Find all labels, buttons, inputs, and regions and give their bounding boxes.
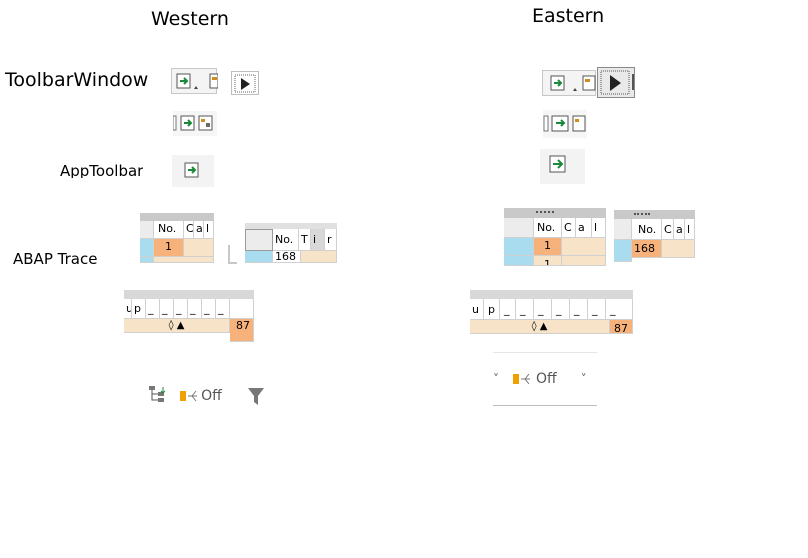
sort-indicator-icons: ◊ ▲	[124, 319, 230, 333]
toggle-branch-icon[interactable]	[178, 385, 198, 407]
app-toolbar-eastern-button[interactable]	[540, 149, 585, 184]
strip-col-header[interactable]: _	[588, 299, 606, 320]
grid-col-header[interactable]: r	[325, 229, 337, 251]
execute-button-western[interactable]	[231, 71, 259, 95]
strip-col-header[interactable]: u	[124, 299, 132, 319]
grid-cell[interactable]: 1	[154, 239, 184, 257]
grid-col-header[interactable]: No.	[273, 229, 299, 251]
grid-col-header[interactable]: a	[674, 219, 685, 240]
toggle-state-label[interactable]: Off	[201, 388, 222, 404]
strip-col-header[interactable]: _	[188, 299, 202, 319]
header-strip-eastern: u p _ _ _ _ _ _ _ ◊ ▲ 87	[470, 290, 633, 334]
grid-col-header[interactable]: C	[662, 219, 674, 240]
column-header-western: Western	[151, 8, 229, 30]
strip-col-header[interactable]: _	[202, 299, 216, 319]
abap-trace-grid-western-1: No. C a l 1	[140, 213, 214, 263]
strip-col-header[interactable]: _	[216, 299, 230, 319]
chevron-down-icon[interactable]: ˅	[493, 372, 499, 386]
grid-col-header[interactable]: l	[204, 221, 214, 239]
grid-cell[interactable]: 168	[632, 240, 662, 258]
strip-col-header[interactable]: _	[146, 299, 160, 319]
sort-indicator-icons: ◊ ▲	[470, 320, 610, 334]
export-icon	[176, 73, 218, 89]
grid-cell[interactable]: 87	[230, 319, 254, 342]
grid-col-header[interactable]: No.	[632, 219, 662, 240]
abap-trace-grid-eastern-1: No. C a l 1 1	[504, 208, 606, 266]
grid-col-header[interactable]: C	[184, 221, 194, 239]
strip-col-header[interactable]: u	[470, 299, 484, 320]
row-label-app-toolbar: AppToolbar	[60, 162, 144, 178]
app-toolbar-western-button[interactable]	[172, 155, 214, 187]
toggle-strip-eastern: ˅ Off ˅	[493, 352, 597, 406]
abap-trace-grid-western-2: No. T i r 168	[245, 223, 337, 263]
play-icon	[234, 74, 256, 93]
grid-col-header[interactable]: C	[562, 218, 576, 238]
strip-col-header[interactable]: _	[570, 299, 588, 320]
chevron-down-icon[interactable]: ˅	[581, 372, 587, 386]
strip-col-header[interactable]: _	[534, 299, 552, 320]
strip-col-header[interactable]: _	[606, 299, 633, 320]
grid-col-header[interactable]: a	[194, 221, 204, 239]
grid-col-header[interactable]: No.	[154, 221, 184, 239]
strip-col-header[interactable]: _	[516, 299, 534, 320]
export-icon	[184, 162, 199, 178]
toolbar-window-western-button[interactable]	[171, 68, 218, 94]
toolbar-window-eastern-button[interactable]	[542, 70, 596, 96]
grid-col-header[interactable]: i	[311, 229, 325, 251]
toggle-strip-western: Off	[142, 380, 264, 412]
resize-handle[interactable]	[228, 245, 237, 264]
toggle-branch-icon[interactable]	[511, 368, 533, 390]
play-icon	[600, 70, 634, 95]
grid-cell[interactable]: 168	[273, 251, 301, 263]
grid-col-header[interactable]: l	[592, 218, 606, 238]
grid-cell[interactable]: 1	[534, 256, 562, 266]
execute-button-eastern[interactable]	[597, 67, 635, 98]
export-icon	[549, 155, 566, 173]
strip-col-header[interactable]: _	[500, 299, 516, 320]
strip-col-header[interactable]: _	[174, 299, 188, 319]
header-strip-western: u p _ _ _ _ _ _ ◊ ▲ 87	[124, 290, 254, 342]
export-icon	[550, 75, 596, 91]
toolbar-window-western-row2[interactable]	[173, 111, 217, 136]
abap-trace-grid-eastern-2: No. C a l 168	[614, 210, 695, 262]
strip-col-header[interactable]: p	[132, 299, 146, 319]
strip-col-header[interactable]: p	[484, 299, 500, 320]
row-label-toolbar-window: ToolbarWindow	[5, 69, 149, 91]
toolbar-window-eastern-row2[interactable]	[543, 110, 587, 138]
grid-col-header[interactable]: T	[299, 229, 311, 251]
row-label-abap-trace: ABAP Trace	[13, 250, 98, 268]
strip-col-header[interactable]: _	[552, 299, 570, 320]
grid-col-header[interactable]: l	[685, 219, 695, 240]
grid-cell[interactable]: 87	[610, 320, 633, 334]
column-header-eastern: Eastern	[532, 5, 605, 27]
grid-col-header[interactable]: No.	[534, 218, 562, 238]
export-icon	[543, 115, 586, 132]
grid-col-header[interactable]: a	[576, 218, 592, 238]
filter-icon[interactable]	[246, 385, 264, 407]
toggle-state-label[interactable]: Off	[536, 371, 557, 387]
export-icon	[173, 115, 213, 131]
hierarchy-icon[interactable]	[146, 385, 166, 407]
grid-cell[interactable]: 1	[534, 238, 562, 256]
strip-col-header[interactable]: _	[160, 299, 174, 319]
